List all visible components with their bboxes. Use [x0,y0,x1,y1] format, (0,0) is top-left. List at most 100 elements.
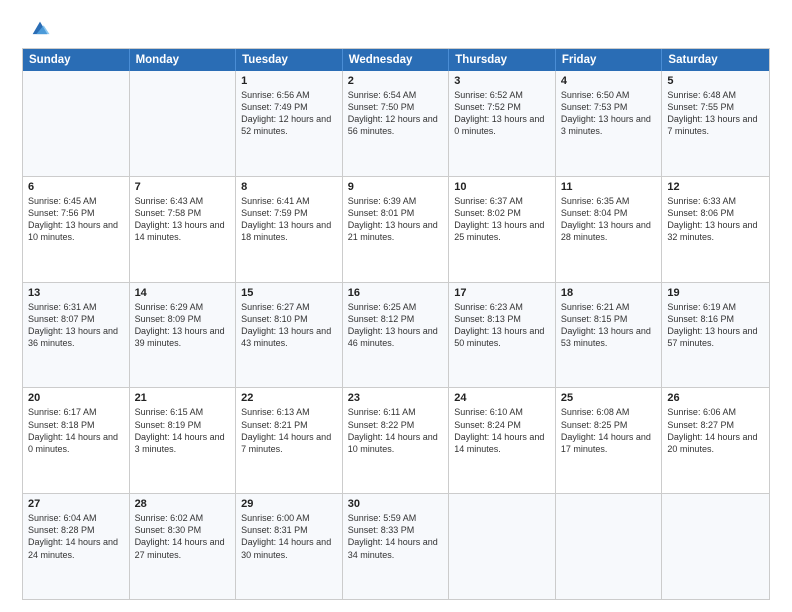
cal-header-cell: Tuesday [236,49,343,71]
day-number: 17 [454,287,550,299]
day-number: 22 [241,392,337,404]
cal-cell: 28 Sunrise: 6:02 AM Sunset: 8:30 PM Dayli… [130,494,237,599]
cell-info: Sunrise: 6:17 AM Sunset: 8:18 PM Dayligh… [28,406,124,455]
cal-cell: 30Sunrise: 5:59 AM Sunset: 8:33 PM Dayli… [343,494,450,599]
day-number: 20 [28,392,124,404]
cal-cell [23,71,130,176]
day-number: 5 [667,75,764,87]
cal-cell: 18 Sunrise: 6:21 AM Sunset: 8:15 PM Dayli… [556,283,663,388]
cell-info: Sunrise: 6:06 AM Sunset: 8:27 PM Dayligh… [667,406,764,455]
cell-info: Sunrise: 6:13 AM Sunset: 8:21 PM Dayligh… [241,406,337,455]
calendar-body: 1Sunrise: 6:56 AM Sunset: 7:49 PM Daylig… [23,71,769,599]
cell-info: Sunrise: 6:11 AM Sunset: 8:22 PM Dayligh… [348,406,444,455]
cal-row: 6 Sunrise: 6:45 AM Sunset: 7:56 PM Daylig… [23,176,769,282]
cell-info: Sunrise: 6:41 AM Sunset: 7:59 PM Dayligh… [241,195,337,244]
cal-cell: 15Sunrise: 6:27 AM Sunset: 8:10 PM Dayli… [236,283,343,388]
cal-header-cell: Monday [130,49,237,71]
day-number: 9 [348,181,444,193]
cal-cell: 13 Sunrise: 6:31 AM Sunset: 8:07 PM Dayli… [23,283,130,388]
day-number: 24 [454,392,550,404]
cal-cell: 9 Sunrise: 6:39 AM Sunset: 8:01 PM Daylig… [343,177,450,282]
cell-info: Sunrise: 6:21 AM Sunset: 8:15 PM Dayligh… [561,301,657,350]
day-number: 4 [561,75,657,87]
cal-row: 13 Sunrise: 6:31 AM Sunset: 8:07 PM Dayli… [23,282,769,388]
cal-cell: 3 Sunrise: 6:52 AM Sunset: 7:52 PM Daylig… [449,71,556,176]
day-number: 2 [348,75,444,87]
day-number: 8 [241,181,337,193]
day-number: 13 [28,287,124,299]
day-number: 29 [241,498,337,510]
cal-cell: 14 Sunrise: 6:29 AM Sunset: 8:09 PM Dayli… [130,283,237,388]
cal-cell: 22 Sunrise: 6:13 AM Sunset: 8:21 PM Dayli… [236,388,343,493]
day-number: 27 [28,498,124,510]
cell-info: Sunrise: 6:37 AM Sunset: 8:02 PM Dayligh… [454,195,550,244]
cell-info: Sunrise: 6:45 AM Sunset: 7:56 PM Dayligh… [28,195,124,244]
cal-cell: 11 Sunrise: 6:35 AM Sunset: 8:04 PM Dayli… [556,177,663,282]
cell-info: Sunrise: 6:50 AM Sunset: 7:53 PM Dayligh… [561,89,657,138]
cal-cell [556,494,663,599]
day-number: 18 [561,287,657,299]
cal-row: 20 Sunrise: 6:17 AM Sunset: 8:18 PM Dayli… [23,387,769,493]
cal-cell: 12Sunrise: 6:33 AM Sunset: 8:06 PM Dayli… [662,177,769,282]
day-number: 1 [241,75,337,87]
cell-info: Sunrise: 6:33 AM Sunset: 8:06 PM Dayligh… [667,195,764,244]
cal-cell [662,494,769,599]
cell-info: Sunrise: 6:54 AM Sunset: 7:50 PM Dayligh… [348,89,444,138]
cell-info: Sunrise: 6:31 AM Sunset: 8:07 PM Dayligh… [28,301,124,350]
day-number: 28 [135,498,231,510]
day-number: 7 [135,181,231,193]
cal-cell: 29 Sunrise: 6:00 AM Sunset: 8:31 PM Dayli… [236,494,343,599]
cal-cell: 25Sunrise: 6:08 AM Sunset: 8:25 PM Dayli… [556,388,663,493]
cal-cell: 6 Sunrise: 6:45 AM Sunset: 7:56 PM Daylig… [23,177,130,282]
day-number: 30 [348,498,444,510]
cal-cell: 17 Sunrise: 6:23 AM Sunset: 8:13 PM Dayli… [449,283,556,388]
cell-info: Sunrise: 6:00 AM Sunset: 8:31 PM Dayligh… [241,512,337,561]
day-number: 21 [135,392,231,404]
cal-row: 27 Sunrise: 6:04 AM Sunset: 8:28 PM Dayli… [23,493,769,599]
cal-cell: 2 Sunrise: 6:54 AM Sunset: 7:50 PM Daylig… [343,71,450,176]
cell-info: Sunrise: 6:04 AM Sunset: 8:28 PM Dayligh… [28,512,124,561]
cal-cell [130,71,237,176]
day-number: 14 [135,287,231,299]
day-number: 25 [561,392,657,404]
cal-header-cell: Sunday [23,49,130,71]
cal-cell: 8 Sunrise: 6:41 AM Sunset: 7:59 PM Daylig… [236,177,343,282]
cell-info: Sunrise: 6:48 AM Sunset: 7:55 PM Dayligh… [667,89,764,138]
day-number: 15 [241,287,337,299]
cal-cell: 21 Sunrise: 6:15 AM Sunset: 8:19 PM Dayli… [130,388,237,493]
logo [22,18,51,40]
cell-info: Sunrise: 6:52 AM Sunset: 7:52 PM Dayligh… [454,89,550,138]
cal-cell: 26 Sunrise: 6:06 AM Sunset: 8:27 PM Dayli… [662,388,769,493]
cal-cell: 23 Sunrise: 6:11 AM Sunset: 8:22 PM Dayli… [343,388,450,493]
day-number: 23 [348,392,444,404]
cal-header-cell: Wednesday [343,49,450,71]
day-number: 16 [348,287,444,299]
cell-info: Sunrise: 6:02 AM Sunset: 8:30 PM Dayligh… [135,512,231,561]
cal-cell: 19Sunrise: 6:19 AM Sunset: 8:16 PM Dayli… [662,283,769,388]
cal-cell: 4 Sunrise: 6:50 AM Sunset: 7:53 PM Daylig… [556,71,663,176]
cal-cell: 27 Sunrise: 6:04 AM Sunset: 8:28 PM Dayli… [23,494,130,599]
cell-info: Sunrise: 6:23 AM Sunset: 8:13 PM Dayligh… [454,301,550,350]
cal-header-cell: Friday [556,49,663,71]
cell-info: Sunrise: 6:25 AM Sunset: 8:12 PM Dayligh… [348,301,444,350]
cal-header-cell: Thursday [449,49,556,71]
cell-info: Sunrise: 6:39 AM Sunset: 8:01 PM Dayligh… [348,195,444,244]
day-number: 26 [667,392,764,404]
cell-info: Sunrise: 6:35 AM Sunset: 8:04 PM Dayligh… [561,195,657,244]
cell-info: Sunrise: 6:29 AM Sunset: 8:09 PM Dayligh… [135,301,231,350]
day-number: 6 [28,181,124,193]
cal-cell [449,494,556,599]
cell-info: Sunrise: 6:10 AM Sunset: 8:24 PM Dayligh… [454,406,550,455]
cell-info: Sunrise: 6:15 AM Sunset: 8:19 PM Dayligh… [135,406,231,455]
day-number: 19 [667,287,764,299]
day-number: 11 [561,181,657,193]
cell-info: Sunrise: 6:43 AM Sunset: 7:58 PM Dayligh… [135,195,231,244]
cal-cell: 20 Sunrise: 6:17 AM Sunset: 8:18 PM Dayli… [23,388,130,493]
day-number: 10 [454,181,550,193]
header [22,18,770,40]
day-number: 3 [454,75,550,87]
logo-icon [29,18,51,40]
page: SundayMondayTuesdayWednesdayThursdayFrid… [0,0,792,612]
cal-cell: 24 Sunrise: 6:10 AM Sunset: 8:24 PM Dayli… [449,388,556,493]
cal-cell: 16 Sunrise: 6:25 AM Sunset: 8:12 PM Dayli… [343,283,450,388]
